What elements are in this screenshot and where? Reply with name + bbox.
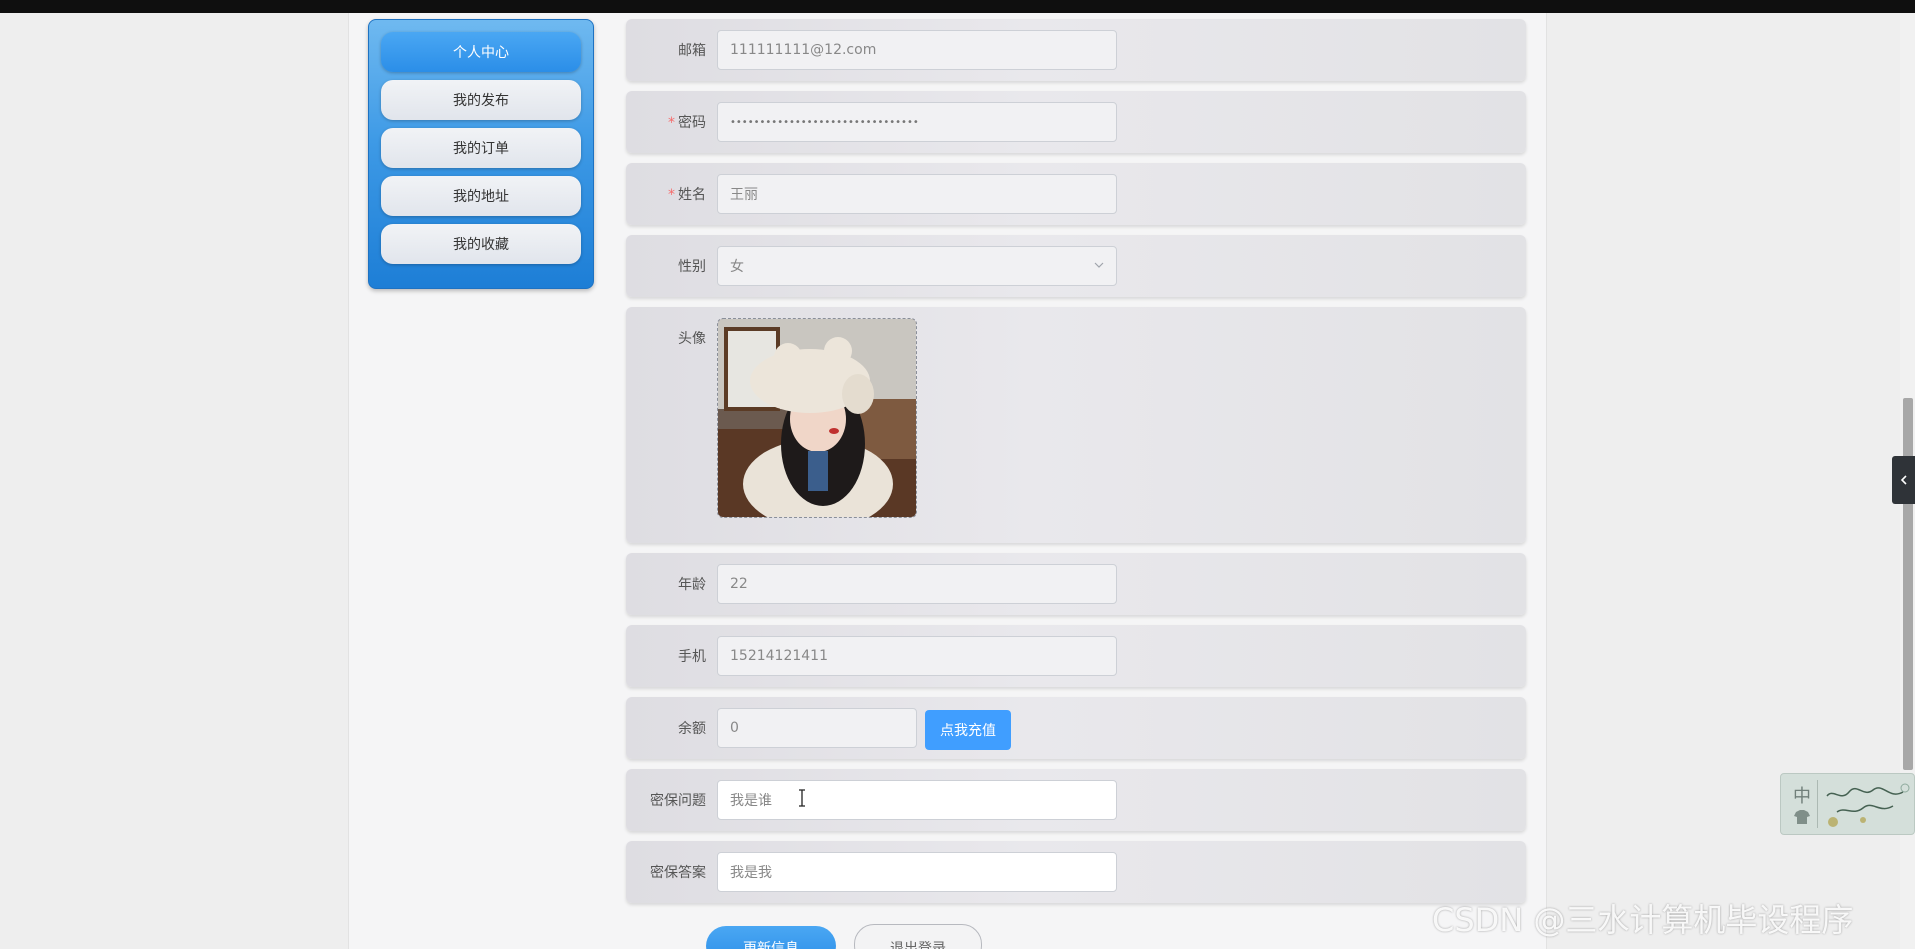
avatar-label: 头像 (678, 331, 706, 347)
age-field[interactable]: 22 (717, 564, 1117, 604)
required-asterisk: * (668, 115, 675, 131)
sidebar-item-personal-center[interactable]: 个人中心 (381, 32, 581, 72)
sidebar-item-label: 我的地址 (453, 189, 509, 205)
ime-language-indicator[interactable]: 中 (1793, 782, 1811, 808)
logout-button[interactable]: 退出登录 (854, 924, 982, 949)
sidebar-item-label: 我的发布 (453, 93, 509, 109)
age-label: 年龄 (678, 577, 706, 593)
balance-label: 余额 (678, 721, 706, 737)
csdn-watermark: CSDN @三水计算机毕设程序 (1432, 901, 1854, 939)
avatar-image (718, 319, 916, 517)
page-background-left (0, 13, 348, 949)
text-cursor-icon (799, 789, 805, 807)
security-answer-label: 密保答案 (650, 865, 706, 881)
sidebar-item-my-address[interactable]: 我的地址 (381, 176, 581, 216)
security-question-field[interactable]: 我是谁 (717, 780, 1117, 820)
sidebar-item-label: 个人中心 (453, 45, 509, 61)
recharge-button[interactable]: 点我充值 (925, 710, 1011, 750)
name-field[interactable]: 王丽 (717, 174, 1117, 214)
ime-divider (1817, 780, 1818, 828)
chevron-left-icon (1900, 475, 1907, 485)
required-asterisk: * (668, 187, 675, 203)
sidebar-item-label: 我的收藏 (453, 237, 509, 253)
ime-skin-decoration-icon (1826, 783, 1910, 827)
email-field[interactable]: 111111111@12.com (717, 30, 1117, 70)
gender-select[interactable]: 女 (717, 246, 1117, 286)
scrollbar-thumb[interactable] (1903, 398, 1913, 770)
sidebar-menu: 个人中心 我的发布 我的订单 我的地址 我的收藏 (368, 19, 594, 289)
avatar-upload[interactable] (717, 318, 917, 518)
security-question-label: 密保问题 (650, 793, 706, 809)
sidebar-item-label: 我的订单 (453, 141, 509, 157)
ime-toolbar[interactable]: 中 (1780, 773, 1915, 835)
sidebar-item-my-posts[interactable]: 我的发布 (381, 80, 581, 120)
sidebar-item-my-favorites[interactable]: 我的收藏 (381, 224, 581, 264)
browser-top-bar (0, 0, 1915, 13)
phone-field[interactable]: 15214121411 (717, 636, 1117, 676)
ime-skin-icon (1794, 810, 1810, 824)
name-label: * 姓名 (668, 187, 706, 203)
sidebar-item-my-orders[interactable]: 我的订单 (381, 128, 581, 168)
password-field[interactable]: •••••••••••••••••••••••••••••••• (717, 102, 1117, 142)
security-answer-field[interactable]: 我是我 (717, 852, 1117, 892)
gender-label: 性别 (678, 259, 706, 275)
balance-field[interactable]: 0 (717, 708, 917, 748)
email-label: 邮箱 (678, 43, 706, 59)
collapse-panel-button[interactable] (1892, 456, 1915, 504)
update-info-button[interactable]: 更新信息 (706, 926, 836, 949)
phone-label: 手机 (678, 649, 706, 665)
password-label: * 密码 (668, 115, 706, 131)
chevron-down-icon (1094, 262, 1104, 268)
